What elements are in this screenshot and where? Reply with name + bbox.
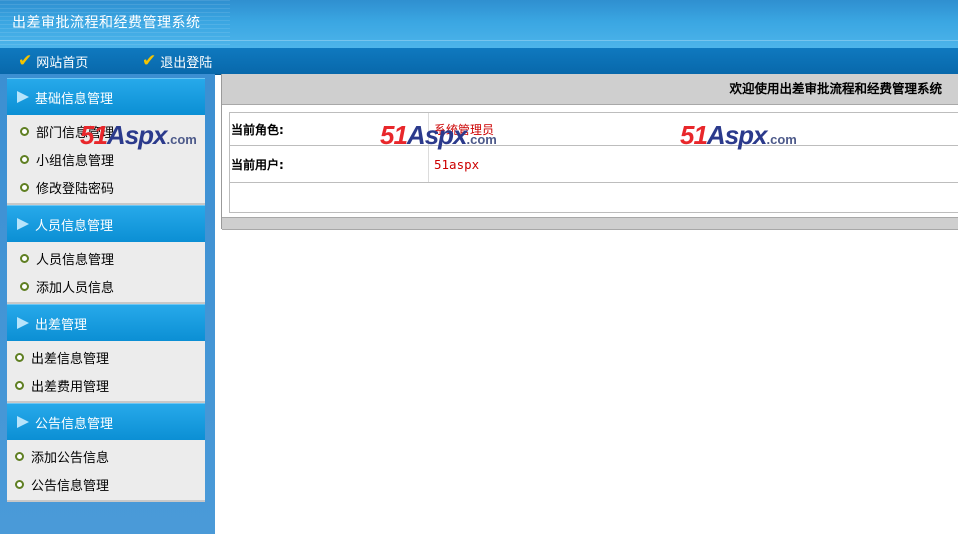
menu-header-label: 基础信息管理 <box>35 91 114 107</box>
sidebar-item-label: 人员信息管理 <box>36 252 115 268</box>
menu-header-label: 人员信息管理 <box>35 218 114 234</box>
sidebar-item-label: 添加人员信息 <box>36 280 115 296</box>
bullet-icon <box>20 253 29 263</box>
sidebar-item-label: 公告信息管理 <box>31 478 110 494</box>
menu-body: 添加公告信息 公告信息管理 <box>7 440 205 502</box>
top-nav: ✔ 网站首页 ✔ 退出登陆 <box>0 48 958 75</box>
sidebar-item-label: 出差信息管理 <box>31 351 110 367</box>
sidebar-item-label: 部门信息管理 <box>36 125 115 141</box>
bullet-icon <box>20 182 29 192</box>
arrow-right-icon <box>17 317 29 329</box>
user-value: 51aspx <box>434 156 480 172</box>
user-info-table: 当前角色: 系统管理员 当前用户: 51aspx <box>229 112 958 213</box>
arrow-right-icon <box>17 218 29 230</box>
sidebar-item-notice-manage[interactable]: 公告信息管理 <box>7 470 205 498</box>
bullet-icon <box>20 154 29 164</box>
sidebar-item-label: 小组信息管理 <box>36 153 115 169</box>
bullet-icon <box>15 479 24 489</box>
app-header: 出差审批流程和经费管理系统 <box>0 0 958 48</box>
role-label: 当前角色: <box>230 113 429 145</box>
header-divider <box>0 40 958 41</box>
menu-header-trip[interactable]: 出差管理 <box>7 304 205 341</box>
menu-group-notice: 公告信息管理 添加公告信息 公告信息管理 <box>7 403 205 502</box>
table-row: 当前用户: 51aspx <box>230 146 958 183</box>
sidebar-item-department[interactable]: 部门信息管理 <box>7 117 205 145</box>
panel-footer-bar <box>222 217 958 230</box>
sidebar-item-add-notice[interactable]: 添加公告信息 <box>7 442 205 470</box>
menu-body: 出差信息管理 出差费用管理 <box>7 341 205 403</box>
sidebar-item-staff-manage[interactable]: 人员信息管理 <box>7 244 205 272</box>
app-title: 出差审批流程和经费管理系统 <box>12 15 201 31</box>
home-link[interactable]: ✔ 网站首页 <box>18 51 89 71</box>
bullet-icon <box>15 352 24 362</box>
menu-group-trip: 出差管理 出差信息管理 出差费用管理 <box>7 304 205 403</box>
welcome-banner: 欢迎使用出差审批流程和经费管理系统 <box>222 74 958 105</box>
sidebar-item-label: 出差费用管理 <box>31 379 110 395</box>
check-icon: ✔ <box>18 51 33 71</box>
arrow-right-icon <box>17 91 29 103</box>
sidebar-item-group[interactable]: 小组信息管理 <box>7 145 205 173</box>
sidebar: 基础信息管理 部门信息管理 小组信息管理 修改登陆密码 人员信息管理 人员信息管… <box>0 74 215 534</box>
arrow-right-icon <box>17 416 29 428</box>
menu-group-staff: 人员信息管理 人员信息管理 添加人员信息 <box>7 205 205 304</box>
sidebar-item-change-password[interactable]: 修改登陆密码 <box>7 173 205 201</box>
menu-header-notice[interactable]: 公告信息管理 <box>7 403 205 440</box>
main-panel: 欢迎使用出差审批流程和经费管理系统 当前角色: 系统管理员 当前用户: 51as… <box>221 74 958 230</box>
check-icon: ✔ <box>142 51 157 71</box>
user-label: 当前用户: <box>230 146 429 182</box>
menu-body: 人员信息管理 添加人员信息 <box>7 242 205 304</box>
menu-header-basic-info[interactable]: 基础信息管理 <box>7 78 205 115</box>
logout-link[interactable]: ✔ 退出登陆 <box>142 51 213 71</box>
menu-header-staff[interactable]: 人员信息管理 <box>7 205 205 242</box>
bullet-icon <box>15 451 24 461</box>
table-row: 当前角色: 系统管理员 <box>230 113 958 146</box>
sidebar-item-label: 修改登陆密码 <box>36 181 115 197</box>
home-link-label: 网站首页 <box>36 55 89 71</box>
menu-body: 部门信息管理 小组信息管理 修改登陆密码 <box>7 115 205 205</box>
menu-header-label: 公告信息管理 <box>35 416 114 432</box>
bullet-icon <box>20 281 29 291</box>
role-value: 系统管理员 <box>434 122 495 137</box>
sidebar-item-label: 添加公告信息 <box>31 450 110 466</box>
sidebar-item-trip-cost[interactable]: 出差费用管理 <box>7 371 205 399</box>
sidebar-item-add-staff[interactable]: 添加人员信息 <box>7 272 205 300</box>
menu-header-label: 出差管理 <box>35 317 88 333</box>
bullet-icon <box>15 380 24 390</box>
menu-group-basic-info: 基础信息管理 部门信息管理 小组信息管理 修改登陆密码 <box>7 78 205 205</box>
bullet-icon <box>20 126 29 136</box>
sidebar-item-trip-info[interactable]: 出差信息管理 <box>7 343 205 371</box>
logout-link-label: 退出登陆 <box>160 55 213 71</box>
